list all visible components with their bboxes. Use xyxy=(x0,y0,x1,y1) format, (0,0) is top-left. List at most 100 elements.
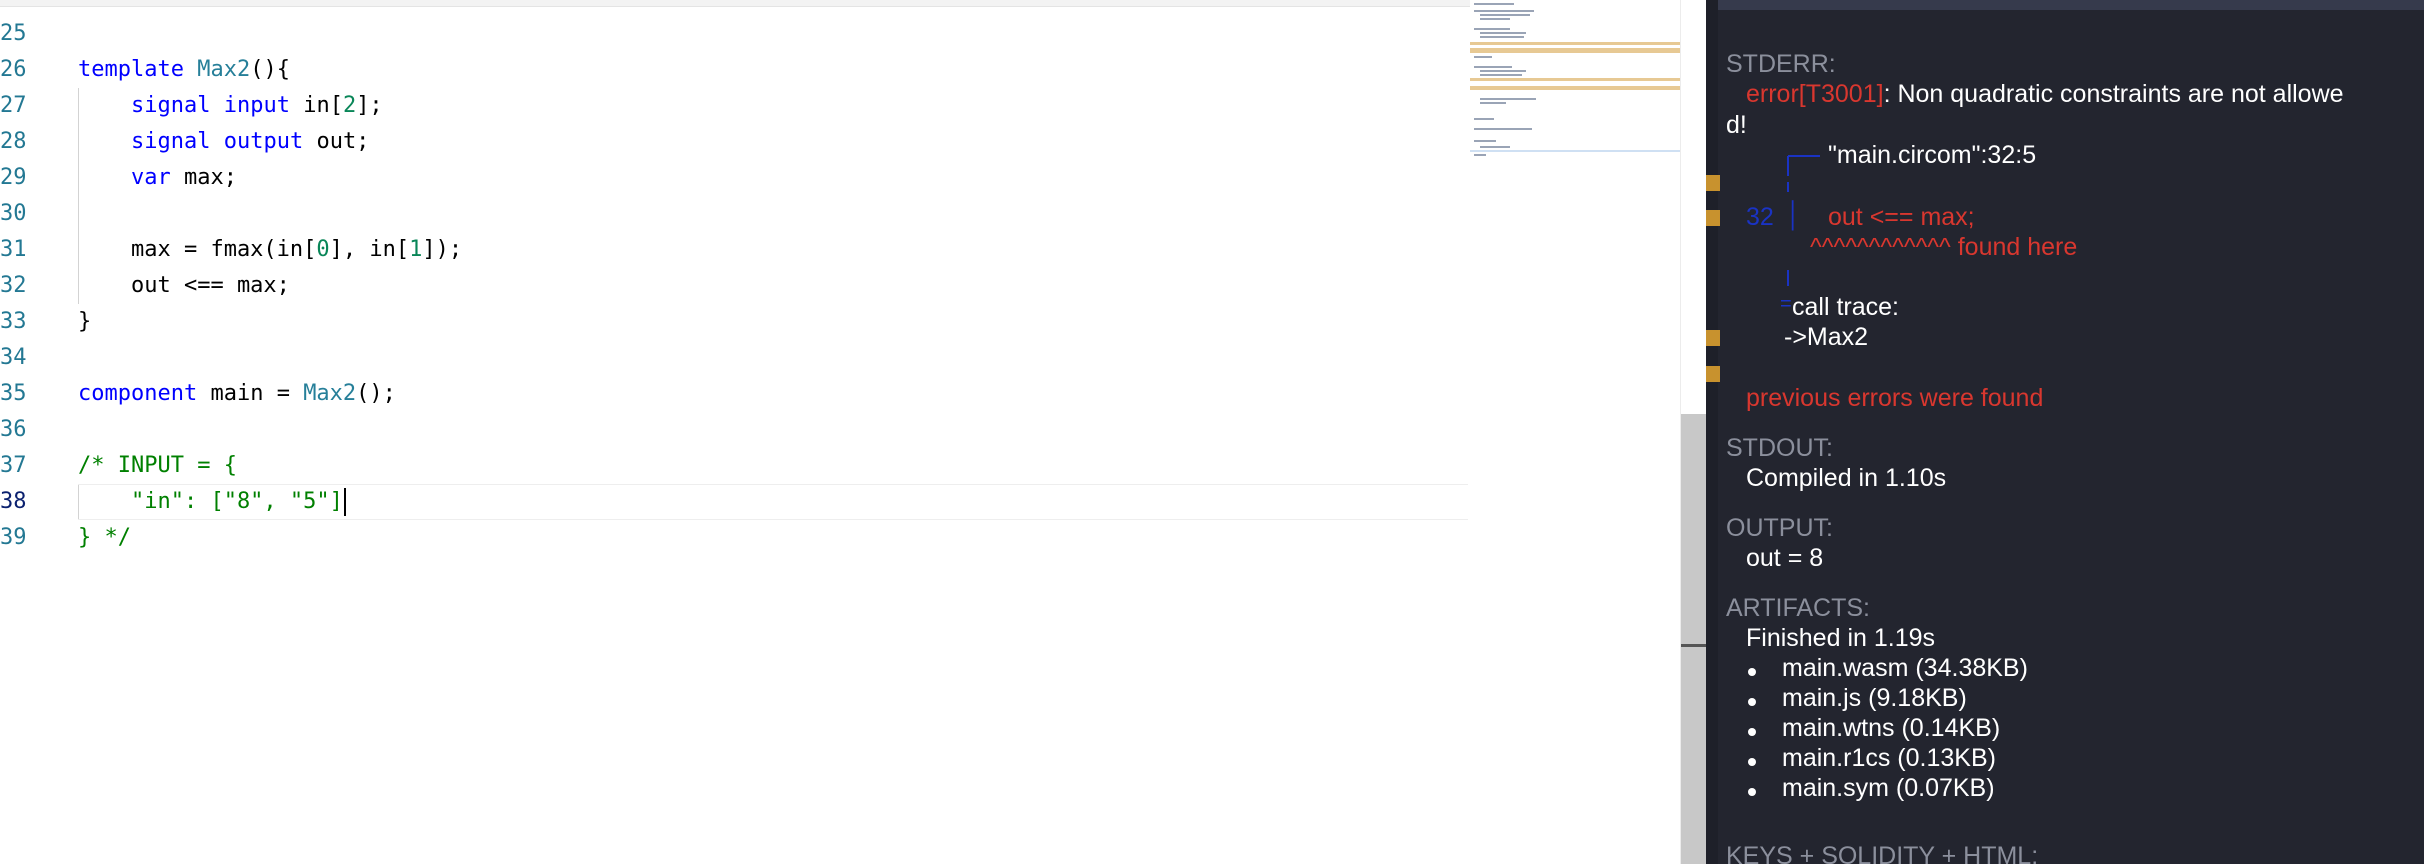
call-trace-label: call trace: xyxy=(1792,293,1899,321)
bullet xyxy=(1748,698,1756,706)
error-carets: ^^^^^^^^^^^^ found here xyxy=(1810,233,2078,261)
artifact-item: main.wtns (0.14KB) xyxy=(1782,714,2001,742)
minimap-line xyxy=(1480,98,1536,100)
error-line-number: 32 xyxy=(1746,203,1774,231)
output-value: out = 8 xyxy=(1746,544,1824,572)
artifacts-finished: Finished in 1.19s xyxy=(1746,624,1936,652)
previous-errors-message: previous errors were found xyxy=(1746,384,2044,412)
code-token: 0 xyxy=(316,237,330,262)
code-token: } */ xyxy=(78,525,131,550)
panel-top-bar xyxy=(1706,0,2424,10)
vertical-scrollbar[interactable] xyxy=(1680,0,1707,864)
code-token: signal xyxy=(130,129,211,154)
line-number: 30 xyxy=(0,201,27,226)
line-number: 35 xyxy=(0,381,27,406)
code-token: ], in[ xyxy=(329,237,410,262)
stderr-label: STDERR: xyxy=(1726,50,1836,78)
minimap-line xyxy=(1480,32,1526,34)
code-token: "in": ["8", "5"] xyxy=(78,489,343,514)
line-number: 32 xyxy=(0,273,27,298)
scrollbar-thumb[interactable] xyxy=(1681,414,1707,864)
bullet xyxy=(1748,758,1756,766)
code-token: signal xyxy=(130,93,211,118)
minimap-line xyxy=(1474,3,1514,5)
error-line-1: error[T3001]: Non quadratic constraints … xyxy=(1746,80,2344,109)
minimap-line xyxy=(1474,140,1496,142)
code-token: } xyxy=(78,309,92,334)
minimap-line xyxy=(1474,28,1510,30)
file-reference: "main.circom":32:5 xyxy=(1828,141,2037,169)
minimap-line xyxy=(1474,154,1486,156)
scrollbar-position-tick xyxy=(1681,644,1707,647)
code-token: out; xyxy=(303,129,370,154)
code-token: main = xyxy=(197,381,304,406)
line-number: 33 xyxy=(0,309,27,334)
line-number: 31 xyxy=(0,237,27,262)
code-text: /* INPUT = { xyxy=(78,448,237,484)
minimap-highlight xyxy=(1470,42,1680,45)
text-cursor xyxy=(343,488,346,516)
minimap-line xyxy=(1474,128,1532,130)
code-text: out <== max; xyxy=(78,268,290,304)
minimap-line xyxy=(1480,14,1530,16)
code-text: component main = Max2(); xyxy=(78,376,396,412)
line-number: 39 xyxy=(0,525,27,550)
minimap-line xyxy=(1480,36,1524,38)
code-token: template xyxy=(78,57,198,82)
code-text: } */ xyxy=(78,520,131,556)
compile-time: Compiled in 1.10s xyxy=(1746,464,1947,492)
minimap-line xyxy=(1474,10,1534,12)
artifact-item: main.r1cs (0.13KB) xyxy=(1782,744,1996,772)
code-token: Max2 xyxy=(303,381,357,406)
code-token: /* INPUT = { xyxy=(78,453,237,478)
editor-top-edge xyxy=(0,0,1470,7)
code-token: Max2 xyxy=(197,57,251,82)
minimap-cursor-line xyxy=(1470,150,1680,152)
minimap-line xyxy=(1480,74,1522,76)
code-text: signal input in[2]; xyxy=(78,88,383,124)
line-number: 28 xyxy=(0,129,27,154)
minimap-line xyxy=(1474,118,1494,120)
code-text: signal output out; xyxy=(78,124,369,160)
keys-solidity-html-label: KEYS + SOLIDITY + HTML: xyxy=(1726,842,2039,864)
minimap-highlight xyxy=(1470,86,1680,90)
call-trace-item: ->Max2 xyxy=(1784,323,1869,351)
minimap[interactable] xyxy=(1470,0,1680,160)
output-panel: STDERR: error[T3001]: Non quadratic cons… xyxy=(1706,0,2424,864)
code-token: out <== max; xyxy=(78,273,290,298)
code-token: input xyxy=(223,93,290,118)
error-marker xyxy=(1706,330,1720,346)
bullet xyxy=(1748,668,1756,676)
minimap-line xyxy=(1480,102,1506,104)
line-number: 37 xyxy=(0,453,27,478)
minimap-line xyxy=(1480,146,1510,148)
error-marker xyxy=(1706,210,1720,226)
code-text: max = fmax(in[0], in[1]); xyxy=(78,232,462,268)
artifact-item: main.js (9.18KB) xyxy=(1782,684,1967,712)
line-number: 29 xyxy=(0,165,27,190)
panel-gutter xyxy=(1706,0,1718,864)
code-token: var xyxy=(130,165,171,190)
error-line-pipe: │ xyxy=(1786,201,1802,229)
output-label: OUTPUT: xyxy=(1726,514,1833,542)
code-token: 2 xyxy=(342,93,357,118)
code-text: "in": ["8", "5"] xyxy=(78,484,346,520)
line-number: 34 xyxy=(0,345,27,370)
line-number: 26 xyxy=(0,57,27,82)
indent-guide xyxy=(78,196,79,232)
artifact-item: main.wasm (34.38KB) xyxy=(1782,654,2028,682)
code-editor[interactable]: 25 26 template Max2(){27 signal input in[2… xyxy=(0,0,1680,864)
code-token: in[ xyxy=(289,93,343,118)
error-marker xyxy=(1706,175,1720,191)
line-number: 25 xyxy=(0,21,27,46)
line-number: 38 xyxy=(0,489,27,514)
stdout-label: STDOUT: xyxy=(1726,434,1833,462)
code-token: component xyxy=(78,381,198,406)
call-trace-equal: = xyxy=(1780,293,1792,315)
minimap-line xyxy=(1480,70,1526,72)
minimap-line xyxy=(1474,56,1492,58)
